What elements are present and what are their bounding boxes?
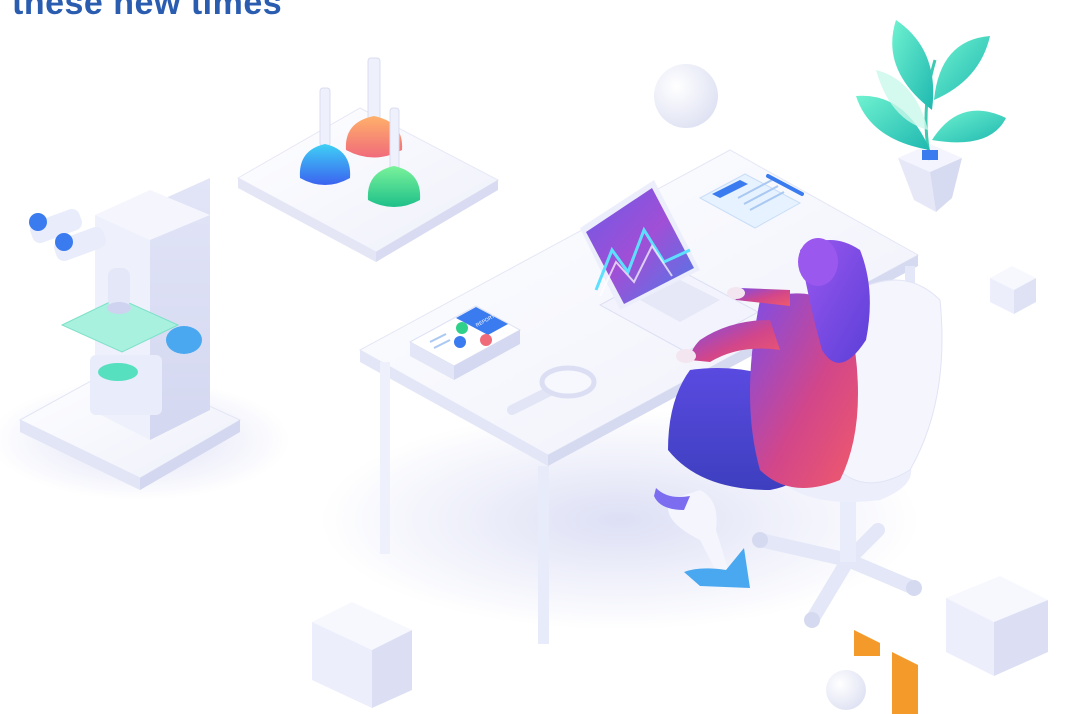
floor-cube-right (946, 576, 1048, 676)
microscope-icon (18, 178, 242, 490)
desk-leg (380, 362, 390, 554)
desk-leg (538, 466, 549, 644)
flask-tray (236, 57, 500, 262)
floating-sphere-small (826, 670, 866, 710)
floating-sphere (654, 64, 718, 128)
floor-cube-left (312, 602, 412, 708)
plant-icon (856, 20, 1006, 212)
floating-cube-right (990, 266, 1036, 314)
lab-illustration: REPORT (0, 20, 1048, 714)
brand-logo-icon (854, 630, 918, 714)
